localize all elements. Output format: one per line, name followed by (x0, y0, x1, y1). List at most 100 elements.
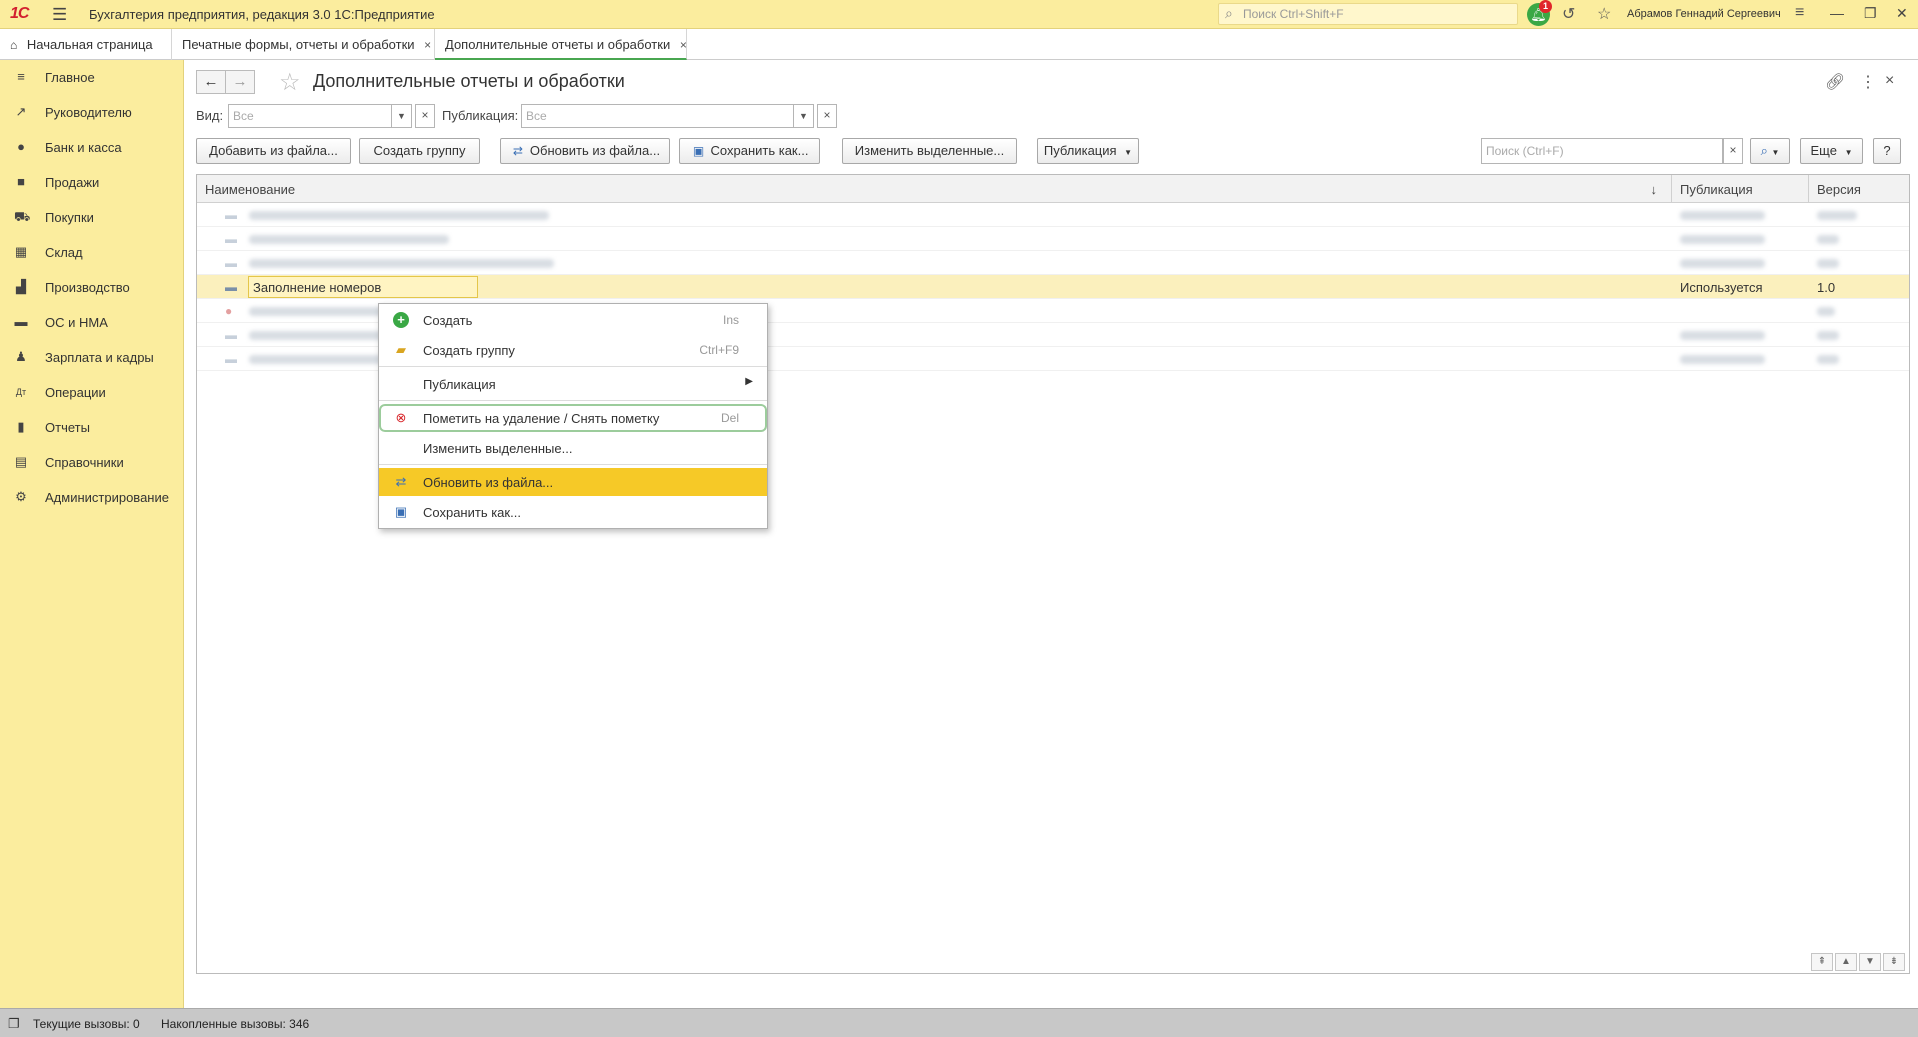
kind-filter-dropdown[interactable]: ▼ (392, 104, 412, 128)
grid-icon: ▦ (14, 244, 28, 259)
row-icon: ▬ (225, 232, 237, 246)
table-row[interactable]: ▬ (197, 251, 1909, 275)
menu-item-label: Сохранить как... (423, 505, 521, 520)
close-form-icon[interactable]: × (1885, 72, 1894, 90)
sidebar-item-directories[interactable]: ▤ Справочники (0, 445, 184, 480)
restore-icon[interactable]: ❐ (1864, 5, 1877, 22)
column-header-publication[interactable]: Публикация (1672, 175, 1809, 203)
column-header-name[interactable]: Наименование ↓ (197, 175, 1672, 203)
blurred-version (1817, 307, 1835, 316)
cart-icon: ⛟ (14, 209, 31, 224)
favorite-star-icon[interactable]: ☆ (279, 68, 301, 97)
blurred-name (249, 331, 399, 340)
form-area: ← → ☆ Дополнительные отчеты и обработки … (185, 60, 1918, 1008)
publication-filter-clear[interactable]: × (817, 104, 837, 128)
windows-icon[interactable]: ❐ (8, 1016, 20, 1032)
settings-lines-icon[interactable]: ≡ (1795, 4, 1804, 22)
chevron-down-icon: ▼ (1124, 148, 1133, 157)
home-icon: ⌂ (10, 38, 18, 52)
sidebar-item-bank[interactable]: ● Банк и касса (0, 130, 184, 165)
main-menu-icon[interactable]: ☰ (52, 5, 67, 25)
back-button[interactable]: ← (196, 70, 226, 94)
help-button[interactable]: ? (1873, 138, 1901, 164)
favorites-star-icon[interactable]: ☆ (1597, 4, 1611, 24)
sidebar-item-warehouse[interactable]: ▦ Склад (0, 235, 184, 270)
save-as-button[interactable]: ▣ Сохранить как... (679, 138, 820, 164)
column-header-label: Версия (1817, 182, 1861, 197)
add-from-file-button[interactable]: Добавить из файла... (196, 138, 351, 164)
scroll-last-button[interactable]: ⇟ (1883, 953, 1905, 971)
sidebar-item-salary[interactable]: ♟ Зарплата и кадры (0, 340, 184, 375)
sidebar-item-label: Продажи (45, 175, 100, 190)
blurred-name (249, 235, 449, 244)
close-window-icon[interactable]: ✕ (1896, 5, 1908, 22)
sidebar-item-production[interactable]: ▟ Производство (0, 270, 184, 305)
row-icon: ▬ (225, 256, 237, 270)
publication-filter-label: Публикация: (442, 108, 519, 123)
kind-filter-input[interactable]: Все (228, 104, 392, 128)
table-row-selected[interactable]: ▬ Заполнение номеров Используется 1.0 (197, 275, 1909, 299)
update-from-file-button[interactable]: ⇄ Обновить из файла... (500, 138, 670, 164)
sidebar-item-label: Администрирование (45, 490, 169, 505)
sidebar-item-manager[interactable]: ↗ Руководителю (0, 95, 184, 130)
menu-item-mark-delete[interactable]: ⊗ Пометить на удаление / Снять пометку D… (379, 404, 767, 432)
minimize-icon[interactable]: — (1830, 5, 1844, 21)
publication-label: Публикация (1043, 143, 1117, 158)
more-button[interactable]: Еще ▼ (1800, 138, 1863, 164)
scroll-up-button[interactable]: ▲ (1835, 953, 1857, 971)
list-search-input[interactable]: Поиск (Ctrl+F) (1481, 138, 1723, 164)
search-options-button[interactable]: ⌕ ▼ (1750, 138, 1790, 164)
menu-separator (379, 366, 767, 367)
table-row[interactable]: ▬ (197, 203, 1909, 227)
scroll-down-button[interactable]: ▼ (1859, 953, 1881, 971)
sidebar-item-label: Склад (45, 245, 83, 260)
sidebar-item-fixed-assets[interactable]: ▬ ОС и НМА (0, 305, 184, 340)
close-icon[interactable]: × (680, 38, 687, 52)
tab-print-forms[interactable]: Печатные формы, отчеты и обработки × (172, 29, 435, 60)
sidebar-item-label: ОС и НМА (45, 315, 108, 330)
sidebar-item-sales[interactable]: ■ Продажи (0, 165, 184, 200)
row-icon: ▬ (225, 352, 237, 366)
menu-item-edit-selected[interactable]: Изменить выделенные... (379, 434, 767, 462)
clear-icon: × (823, 108, 831, 122)
history-icon[interactable]: ↺ (1562, 4, 1575, 24)
link-icon[interactable]: 🔗︎ (1825, 72, 1845, 92)
menu-item-create-group[interactable]: ▰ Создать группу Ctrl+F9 (379, 336, 767, 364)
table-row[interactable]: ▬ (197, 227, 1909, 251)
user-name[interactable]: Абрамов Геннадий Сергеевич (1627, 8, 1781, 20)
scroll-first-button[interactable]: ⇞ (1811, 953, 1833, 971)
edit-selected-button[interactable]: Изменить выделенные... (842, 138, 1017, 164)
table-header: Наименование ↓ Публикация Версия (197, 175, 1909, 203)
publication-filter-input[interactable]: Все (521, 104, 794, 128)
update-from-file-label: Обновить из файла... (529, 143, 661, 158)
forward-button[interactable]: → (225, 70, 255, 94)
close-icon[interactable]: × (424, 38, 431, 52)
blurred-version (1817, 355, 1839, 364)
create-group-button[interactable]: Создать группу (359, 138, 480, 164)
list-search-clear[interactable]: × (1723, 138, 1743, 164)
save-as-label: Сохранить как... (710, 143, 809, 158)
tab-home[interactable]: ⌂ Начальная страница (0, 29, 172, 60)
publication-filter-dropdown[interactable]: ▼ (794, 104, 814, 128)
column-header-version[interactable]: Версия (1809, 175, 1909, 203)
global-search-placeholder: Поиск Ctrl+Shift+F (1243, 7, 1344, 21)
more-vertical-icon[interactable]: ⋮ (1860, 72, 1876, 92)
global-search-input[interactable]: ⌕ Поиск Ctrl+Shift+F (1218, 3, 1518, 25)
name-edit-cell[interactable]: Заполнение номеров (248, 276, 478, 298)
sidebar-item-operations[interactable]: Дт Операции (0, 375, 184, 410)
publication-menu-button[interactable]: Публикация ▼ (1037, 138, 1139, 164)
menu-item-save-as[interactable]: ▣ Сохранить как... (379, 498, 767, 526)
menu-item-update-from-file[interactable]: ⇄ Обновить из файла... (379, 468, 767, 496)
menu-item-publication[interactable]: Публикация ▶ (379, 370, 767, 398)
sidebar-item-administration[interactable]: ⚙ Администрирование (0, 480, 184, 515)
kind-filter-clear[interactable]: × (415, 104, 435, 128)
menu-item-create[interactable]: + Создать Ins (379, 306, 767, 334)
app-title: Бухгалтерия предприятия, редакция 3.0 1С… (89, 7, 435, 22)
sidebar-item-purchases[interactable]: ⛟ Покупки (0, 200, 184, 235)
sidebar-item-reports[interactable]: ▮ Отчеты (0, 410, 184, 445)
sidebar-item-main[interactable]: ≡ Главное (0, 60, 184, 95)
sidebar-item-label: Отчеты (45, 420, 90, 435)
sidebar: ≡ Главное ↗ Руководителю ● Банк и касса … (0, 60, 184, 1008)
publication-filter-placeholder: Все (526, 109, 547, 123)
tab-additional-reports[interactable]: Дополнительные отчеты и обработки × (435, 29, 687, 60)
